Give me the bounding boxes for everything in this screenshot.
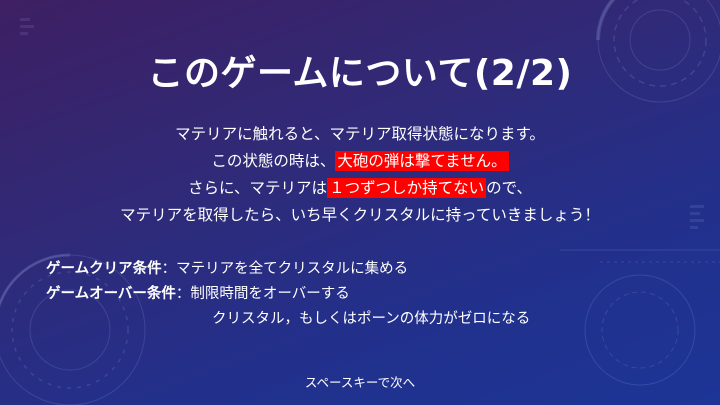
- description-line-3-suffix: ので、: [486, 179, 532, 197]
- slide-title: このゲームについて(2/2): [147, 53, 573, 94]
- highlight-one-at-a-time: １つずつしか持てない: [327, 178, 487, 198]
- description-line-2-text: この状態の時は、: [211, 152, 336, 170]
- description-line-2: この状態の時は、 大砲の弾は撃てません。: [0, 148, 720, 175]
- gameover-condition-label: ゲームオーバー条件: [46, 286, 176, 302]
- clear-condition: ゲームクリア条件：マテリアを全てクリスタルに集める: [46, 257, 530, 282]
- slide: このゲームについて(2/2) マテリアに触れると、マテリア取得状態になります。 …: [0, 0, 720, 405]
- gameover-condition-text-2: クリスタル，もしくはポーンの体力がゼロになる: [212, 311, 531, 327]
- gameover-condition-line-2: クリスタル，もしくはポーンの体力がゼロになる: [46, 307, 530, 332]
- gameover-condition: ゲームオーバー条件：制限時間をオーバーする: [46, 282, 530, 307]
- description-line-4: マテリアを取得したら、いち早くクリスタルに持っていきましょう！: [120, 206, 600, 224]
- description-line-3-text: さらに、マテリアは: [188, 179, 328, 197]
- next-slide-hint: スペースキーで次へ: [304, 375, 416, 390]
- description-line-1: マテリアに触れると、マテリア取得状態になります。: [175, 125, 545, 143]
- clear-condition-separator: ：: [161, 261, 177, 277]
- description-paragraph: マテリアに触れると、マテリア取得状態になります。 この状態の時は、 大砲の弾は撃て…: [0, 121, 720, 229]
- conditions-list: ゲームクリア条件：マテリアを全てクリスタルに集める ゲームオーバー条件：制限時間…: [46, 257, 530, 332]
- description-line-3: さらに、マテリアは １つずつしか持てない ので、: [0, 175, 720, 202]
- highlight-no-cannon: 大砲の弾は撃てません。: [335, 151, 509, 171]
- gameover-condition-separator: ：: [175, 286, 191, 302]
- clear-condition-text: マテリアを全てクリスタルに集める: [176, 261, 409, 277]
- gameover-condition-text-1: 制限時間をオーバーする: [190, 286, 350, 302]
- clear-condition-label: ゲームクリア条件: [46, 261, 162, 277]
